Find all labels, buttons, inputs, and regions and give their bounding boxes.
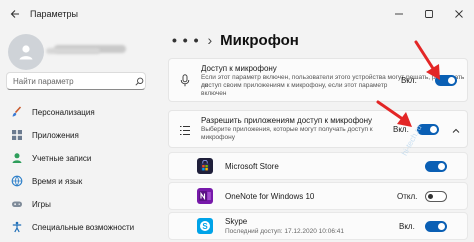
microphone-icon [178, 73, 192, 87]
microphone-access-description-3: включен [201, 90, 227, 97]
microphone-access-description-2: доступ своим приложениям к микрофону, ес… [201, 82, 388, 89]
microsoft-store-toggle[interactable] [425, 161, 447, 172]
sidebar-item-label: Игры [32, 199, 51, 209]
sidebar-item-apps[interactable]: Приложения [4, 124, 152, 146]
minimize-button[interactable] [384, 0, 414, 28]
user-email-blurred [46, 48, 100, 54]
search-box[interactable] [6, 72, 146, 90]
globe-clock-icon [10, 174, 24, 188]
app-name: OneNote for Windows 10 [225, 192, 315, 201]
sidebar-item-label: Приложения [32, 130, 79, 140]
skype-toggle[interactable] [425, 221, 447, 232]
app-last-access: Последний доступ: 17.12.2020 10:06:41 [225, 228, 344, 235]
brush-icon [10, 105, 24, 119]
close-button[interactable] [444, 0, 474, 28]
app-row-microsoft-store: Microsoft Store [168, 152, 468, 180]
search-icon[interactable] [133, 75, 145, 87]
apps-access-description-1: Выберите приложения, которые могут получ… [201, 126, 373, 133]
gamepad-icon [10, 197, 24, 211]
apps-access-description-2: микрофону [201, 134, 235, 141]
sidebar-item-label: Учетные записи [32, 153, 92, 163]
back-arrow-icon [10, 10, 19, 18]
annotation-arrow-2 [376, 100, 412, 127]
microsoft-store-icon [197, 158, 213, 174]
apps-access-title: Разрешить приложениям доступ к микрофону [201, 116, 373, 125]
maximize-icon [425, 10, 433, 18]
sidebar-item-gaming[interactable]: Игры [4, 193, 152, 215]
app-name: Microsoft Store [225, 162, 279, 171]
window-controls [384, 0, 474, 28]
app-state: Вкл. [399, 222, 415, 231]
sidebar-item-accessibility[interactable]: Специальные возможности [4, 216, 152, 238]
app-row-skype: S Skype Последний доступ: 17.12.2020 10:… [168, 212, 468, 240]
window-title: Параметры [30, 9, 78, 19]
breadcrumb-ellipsis[interactable]: • • • [172, 32, 199, 48]
app-row-onenote: OneNote for Windows 10 Откл. [168, 182, 468, 210]
sidebar-item-label: Специальные возможности [32, 222, 135, 232]
skype-icon: S [197, 218, 213, 234]
sidebar-item-personalization[interactable]: Персонализация [4, 101, 152, 123]
title-bar: Параметры [0, 0, 474, 28]
onenote-icon [197, 188, 213, 204]
avatar [8, 34, 44, 70]
close-icon [455, 10, 463, 18]
accessibility-icon [10, 220, 24, 234]
maximize-button[interactable] [414, 0, 444, 28]
sidebar-item-accounts[interactable]: Учетные записи [4, 147, 152, 169]
breadcrumb-separator: › [207, 32, 213, 48]
chevron-up-icon[interactable] [451, 123, 461, 141]
search-input[interactable] [7, 75, 133, 87]
breadcrumb: • • • › Микрофон [172, 28, 299, 52]
app-name: Skype [225, 217, 248, 226]
settings-window: Параметры Найти параметр Персонализация … [0, 0, 474, 242]
list-icon [178, 123, 192, 137]
sidebar-item-time-language[interactable]: Время и язык [4, 170, 152, 192]
apps-access-card[interactable]: Разрешить приложениям доступ к микрофону… [168, 110, 468, 148]
microphone-access-title: Доступ к микрофону [201, 64, 277, 73]
user-icon [10, 151, 24, 165]
sidebar: Персонализация Приложения Учетные записи… [0, 28, 158, 242]
svg-text:S: S [202, 222, 208, 231]
back-button[interactable] [6, 5, 24, 23]
minimize-icon [395, 13, 403, 15]
sidebar-item-label: Персонализация [32, 107, 95, 117]
annotation-arrow-1 [414, 40, 440, 80]
page-title: Микрофон [220, 31, 299, 49]
app-state: Откл. [397, 192, 418, 201]
person-icon [19, 45, 33, 60]
apps-icon [10, 128, 24, 142]
onenote-toggle[interactable] [425, 191, 447, 202]
nav-list: Персонализация Приложения Учетные записи… [4, 101, 152, 239]
sidebar-item-label: Время и язык [32, 176, 83, 186]
